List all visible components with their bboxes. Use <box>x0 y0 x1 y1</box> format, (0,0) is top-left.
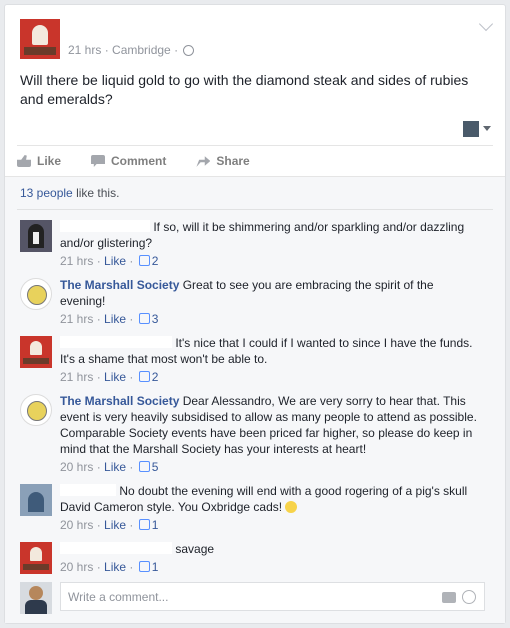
share-label: Share <box>216 154 250 168</box>
globe-icon <box>183 45 195 56</box>
like-count-icon <box>138 461 150 472</box>
comment-time[interactable]: 20 hrs <box>60 560 93 574</box>
commenter-name[interactable]: The Marshall Society <box>60 278 179 292</box>
comment-time[interactable]: 21 hrs <box>60 370 93 384</box>
like-count-icon <box>138 313 150 324</box>
redacted-name <box>60 484 116 496</box>
action-bar: Like Comment Share <box>17 145 493 176</box>
comment-icon <box>91 155 106 167</box>
like-count-icon <box>138 371 150 382</box>
comment-text: No doubt the evening will end with a goo… <box>60 484 468 514</box>
share-button[interactable]: Share <box>196 154 250 168</box>
comment-text: savage <box>175 542 215 556</box>
post-text: Will there be liquid gold to go with the… <box>20 72 469 107</box>
comment-like-count[interactable]: 5 <box>152 460 159 474</box>
like-count-icon <box>138 561 150 572</box>
comment-input-placeholder: Write a comment... <box>68 590 169 604</box>
comment-time[interactable]: 21 hrs <box>60 254 93 268</box>
commenter-avatar[interactable] <box>20 394 52 426</box>
likes-count-link[interactable]: 13 people <box>20 186 73 200</box>
post-location[interactable]: Cambridge <box>112 43 171 57</box>
camera-icon[interactable] <box>442 592 456 603</box>
like-label: Like <box>37 154 62 168</box>
audience-avatar <box>463 120 479 137</box>
comment-button[interactable]: Comment <box>91 154 166 168</box>
commenter-avatar[interactable] <box>20 484 52 516</box>
comments-section: 13 people like this. If so, will it be s… <box>5 176 505 623</box>
comment-time[interactable]: 20 hrs <box>60 518 93 532</box>
comment-like-count[interactable]: 3 <box>152 312 159 326</box>
audience-selector[interactable] <box>463 120 491 138</box>
smiley-emoji-icon <box>285 501 298 513</box>
comment-like-count[interactable]: 1 <box>152 518 159 532</box>
emoji-icon[interactable] <box>462 590 476 604</box>
comment-like-link[interactable]: Like <box>104 254 126 268</box>
like-count-icon <box>138 255 150 266</box>
caret-down-icon <box>483 126 491 132</box>
comment-like-count[interactable]: 2 <box>152 254 159 268</box>
commenter-avatar[interactable] <box>20 220 52 252</box>
commenter-avatar[interactable] <box>20 278 52 310</box>
comment-time[interactable]: 21 hrs <box>60 312 93 326</box>
redacted-name <box>60 542 172 554</box>
commenter-name[interactable]: The Marshall Society <box>60 394 179 408</box>
comment-like-count[interactable]: 1 <box>152 560 159 574</box>
comment-like-link[interactable]: Like <box>104 312 126 326</box>
current-user-avatar[interactable] <box>20 582 52 614</box>
chevron-down-icon[interactable] <box>478 16 494 32</box>
share-icon <box>196 156 211 167</box>
like-count-icon <box>138 519 150 530</box>
redacted-name <box>60 220 150 232</box>
post-meta: 21 hrs · Cambridge · <box>68 43 195 57</box>
author-avatar[interactable] <box>20 19 60 59</box>
comment-like-link[interactable]: Like <box>104 370 126 384</box>
post-card: 21 hrs · Cambridge · Will there be liqui… <box>4 4 506 624</box>
comment-time[interactable]: 20 hrs <box>60 460 93 474</box>
redacted-name <box>60 336 172 348</box>
comment-like-count[interactable]: 2 <box>152 370 159 384</box>
comment-like-link[interactable]: Like <box>104 560 126 574</box>
comment-input[interactable]: Write a comment... <box>60 582 485 611</box>
like-icon <box>17 155 31 167</box>
commenter-avatar[interactable] <box>20 336 52 368</box>
divider <box>17 209 493 210</box>
comment-like-link[interactable]: Like <box>104 460 126 474</box>
likes-summary-text: like this. <box>76 186 120 200</box>
like-button[interactable]: Like <box>17 154 61 168</box>
comment-label: Comment <box>111 154 167 168</box>
comment-like-link[interactable]: Like <box>104 518 126 532</box>
post-time[interactable]: 21 hrs <box>68 43 101 57</box>
likes-summary: 13 people like this. <box>20 186 119 200</box>
commenter-avatar[interactable] <box>20 542 52 574</box>
